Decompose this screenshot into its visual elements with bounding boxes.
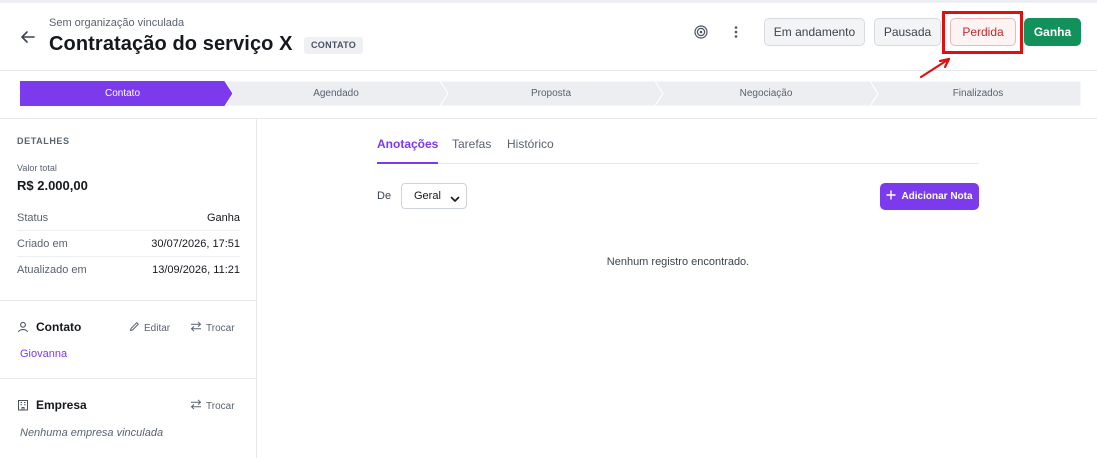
section-divider [0, 378, 256, 379]
pausada-button[interactable]: Pausada [874, 18, 941, 46]
detail-row-criado: Criado em 30/07/2026, 17:51 [17, 231, 240, 257]
building-icon [17, 399, 29, 411]
organization-label: Sem organização vinculada [49, 17, 185, 29]
detail-value: 30/07/2026, 17:51 [151, 238, 240, 250]
swap-contact-button[interactable]: Trocar [190, 321, 235, 335]
filter-label: De [377, 190, 392, 202]
edit-contact-button[interactable]: Editar [129, 321, 170, 335]
annotation-arrow-icon [915, 53, 955, 83]
notes-tabs: Anotações Tarefas Histórico [377, 137, 979, 164]
plus-icon [886, 190, 897, 203]
chevron-down-icon [449, 190, 461, 202]
stage-badge: CONTATO [304, 37, 364, 54]
detail-label: Atualizado em [17, 264, 87, 276]
pencil-icon [129, 321, 140, 335]
swap-icon [190, 399, 202, 413]
edit-label: Editar [144, 322, 171, 334]
detail-label: Criado em [17, 238, 68, 250]
more-vertical-icon[interactable] [725, 21, 747, 43]
filter-value: Geral [414, 190, 441, 202]
target-icon[interactable] [690, 21, 712, 43]
no-company-text: Nenhuma empresa vinculada [20, 427, 164, 439]
arrow-left-icon[interactable] [18, 27, 38, 47]
ganha-button[interactable]: Ganha [1024, 18, 1081, 46]
detail-row-status: Status Ganha [17, 205, 240, 231]
section-divider [0, 300, 256, 301]
annotation-highlight-box [942, 11, 1023, 54]
tab-tarefas[interactable]: Tarefas [452, 137, 491, 164]
empty-state-text: Nenhum registro encontrado. [606, 256, 750, 268]
contact-title-label: Contato [36, 320, 82, 334]
user-icon [17, 321, 29, 333]
detail-row-atualizado: Atualizado em 13/09/2026, 11:21 [17, 257, 240, 283]
detail-value: Ganha [206, 212, 240, 224]
pipeline-step-contato[interactable]: Contato [20, 81, 225, 106]
pipeline-steps: Contato Agendado Proposta Negociação Fin… [20, 81, 1081, 106]
pipeline-step-proposta[interactable]: Proposta [445, 81, 657, 106]
pipeline-step-agendado[interactable]: Agendado [230, 81, 442, 106]
page-header: Sem organização vinculada Contratação do… [0, 3, 1097, 79]
swap-label: Trocar [206, 400, 235, 412]
detail-value: 13/09/2026, 11:21 [152, 264, 240, 276]
add-note-button[interactable]: Adicionar Nota [880, 183, 979, 210]
filter-select[interactable]: Geral [401, 183, 467, 209]
tab-anotacoes[interactable]: Anotações [377, 137, 439, 164]
company-title-label: Empresa [36, 398, 87, 412]
contact-name-link[interactable]: Giovanna [20, 348, 67, 360]
swap-label: Trocar [206, 322, 235, 334]
em-andamento-button[interactable]: Em andamento [764, 18, 865, 46]
contact-title: Contato [17, 320, 81, 334]
add-note-label: Adicionar Nota [901, 191, 973, 202]
pipeline-step-negociacao[interactable]: Negociação [660, 81, 872, 106]
detail-label: Status [17, 212, 49, 224]
total-label: Valor total [17, 163, 57, 173]
page-title: Contratação do serviço X [49, 33, 293, 55]
content-divider [257, 118, 1097, 119]
swap-icon [190, 321, 202, 335]
tab-historico[interactable]: Histórico [507, 137, 554, 164]
details-title: DETALHES [17, 136, 70, 146]
details-panel: DETALHES Valor total R$ 2.000,00 Status … [0, 118, 257, 458]
total-value: R$ 2.000,00 [17, 178, 88, 193]
company-title: Empresa [17, 398, 87, 412]
pipeline-step-finalizados[interactable]: Finalizados [875, 81, 1081, 106]
swap-company-button[interactable]: Trocar [190, 399, 235, 413]
